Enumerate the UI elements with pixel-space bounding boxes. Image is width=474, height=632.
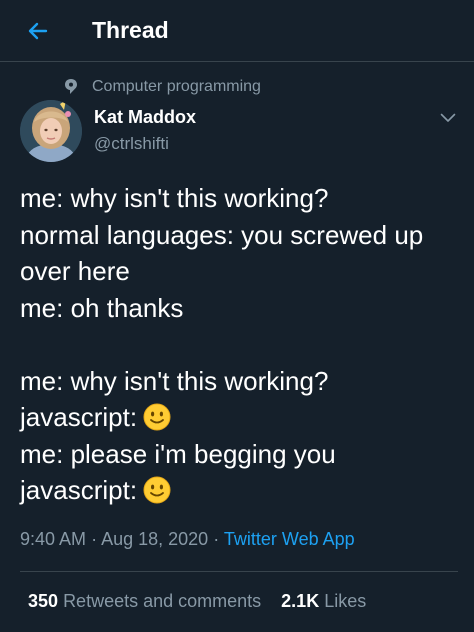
back-arrow-icon <box>28 22 48 40</box>
likes-label: Likes <box>324 591 367 611</box>
page-title: Thread <box>92 17 169 43</box>
tweet-line: me: why isn't this working? <box>20 183 329 213</box>
tweet-line-text: javascript: <box>20 402 138 432</box>
tweet-time[interactable]: 9:40 AM <box>20 529 86 549</box>
tweet-line-text: javascript: <box>20 475 138 505</box>
tweet-line: me: please i'm begging you <box>20 438 336 469</box>
author-handle[interactable]: @ctrlshifti <box>94 133 169 155</box>
likes-count: 2.1K <box>281 591 320 611</box>
top-bar: Thread <box>0 0 474 62</box>
likes-stat[interactable]: 2.1K Likes <box>281 589 366 613</box>
tweet-metadata: 9:40 AM · Aug 18, 2020 · Twitter Web App <box>20 527 355 551</box>
engagement-stats: 350 Retweets and comments 2.1K Likes <box>28 589 366 613</box>
tweet-date[interactable]: Aug 18, 2020 <box>101 529 208 549</box>
topic-label: Computer programming <box>92 78 261 95</box>
meta-separator: · <box>213 529 220 549</box>
more-options-button[interactable] <box>438 108 458 128</box>
slightly-smiling-face-icon <box>143 403 171 431</box>
retweets-stat[interactable]: 350 Retweets and comments <box>28 589 261 613</box>
back-button[interactable] <box>24 17 52 45</box>
tweet-source-link[interactable]: Twitter Web App <box>224 529 355 549</box>
tweet-line: me: oh thanks <box>20 292 184 323</box>
tweet-line-emoji: javascript: <box>20 472 460 509</box>
avatar[interactable] <box>20 100 82 162</box>
topic-context[interactable]: Computer programming <box>64 76 261 98</box>
chevron-down-icon <box>440 113 456 122</box>
tweet-line: over here <box>20 256 130 286</box>
tweet-text: me: why isn't this working? normal langu… <box>20 180 460 509</box>
tweet-line-emoji: javascript: <box>20 399 460 436</box>
retweets-label: Retweets and comments <box>63 591 262 611</box>
tweet-line: normal languages: you screwed up <box>20 219 424 250</box>
meta-separator: · <box>91 529 98 549</box>
slightly-smiling-face-icon <box>143 476 171 504</box>
author-name[interactable]: Kat Maddox <box>94 106 196 128</box>
divider <box>20 571 458 572</box>
tweet-line: me: why isn't this working? <box>20 365 329 396</box>
topic-speech-bubble-icon <box>64 78 78 96</box>
retweets-count: 350 <box>28 591 59 611</box>
